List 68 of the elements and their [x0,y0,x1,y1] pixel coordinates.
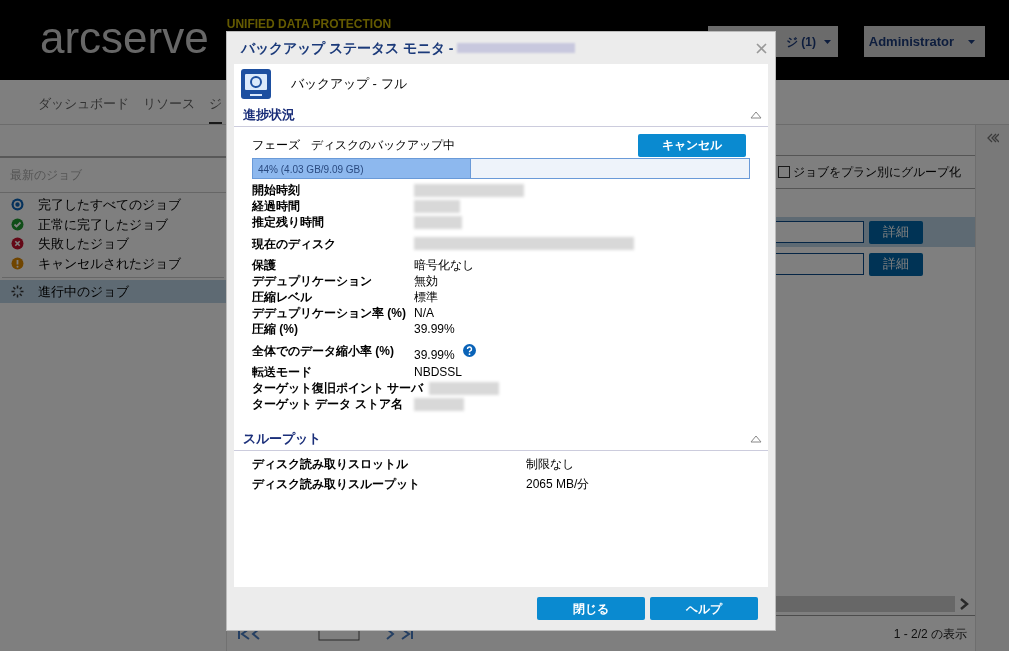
cancel-button[interactable]: キャンセル [638,133,746,157]
spinner-icon [11,285,24,298]
field-label: 推定残り時間 [252,214,325,231]
sidebar-item[interactable]: キャンセルされたジョブ [0,253,226,273]
exclamation-icon [11,256,24,270]
collapse-icon[interactable] [986,133,999,143]
check-circle-icon [11,217,24,231]
job-type: バックアップ - フル [291,75,407,94]
field-label: デデュプリケーション [252,273,373,290]
field-value: 39.99% [414,346,455,364]
field-value: NBDSSL [414,364,463,381]
sidebar-item[interactable]: 失敗したジョブ [0,234,226,254]
collapse-icon[interactable] [750,435,762,443]
field-label: 全体でのデータ縮小率 (%) [252,342,395,360]
field-label: 圧縮 (%) [252,321,299,338]
nav-tab[interactable]: ダッシュボード [38,93,129,124]
nav-tab[interactable]: リソース [143,93,195,124]
blurred-text [414,397,464,411]
details-button[interactable]: 詳細 [869,220,923,244]
dialog-button[interactable]: ヘルプ [650,597,758,620]
logo: arcserve [40,14,209,62]
field-value: 制限なし [526,456,574,473]
tagline: UNIFIED DATA PROTECTION [226,16,392,33]
sidebar-item[interactable]: 正常に完了したジョブ [0,214,226,234]
field-label: ターゲット データ ストア名 [252,396,404,413]
sidebar-item[interactable]: 完了したすべてのジョブ [0,195,226,215]
field-label: フェーズ [252,137,301,154]
header-menu-button[interactable]: Administrator [864,26,985,57]
scroll-right-icon[interactable] [959,598,969,610]
nav-tab[interactable]: ジ [209,93,222,124]
field-label: ディスク読み取りスロットル [252,456,409,473]
close-icon[interactable] [756,42,767,54]
sidebar-item[interactable]: 進行中のジョブ [0,280,226,303]
blurred-text [414,215,462,229]
details-button[interactable]: 詳細 [869,252,923,276]
field-value: 無効 [414,273,438,290]
field-label: 保護 [252,257,277,274]
field-label: 現在のディスク [252,235,337,253]
checkbox-label: ジョブをプラン別にグループ化 [793,164,961,181]
progress-label: 44% (4.03 GB/9.09 GB) [258,163,364,177]
field-value: 標準 [414,289,438,306]
field-label: 経過時間 [252,198,301,215]
dialog-title: バックアップ ステータス モニタ - [241,38,454,58]
x-circle-icon [11,237,24,251]
field-value: 2065 MB/分 [526,476,590,493]
field-label: デデュプリケーション率 (%) [252,305,407,322]
field-label: ターゲット復旧ポイント サーバ [252,380,425,397]
checkbox[interactable] [778,166,790,178]
field-label: ディスク読み取りスループット [252,476,421,493]
section-title: 進捗状況 [243,106,295,125]
field-label: 圧縮レベル [252,289,313,306]
field-label: 開始時刻 [252,182,301,199]
field-value: 暗号化なし [414,257,474,274]
field-value: 39.99% [414,321,455,338]
dialog-button[interactable]: 閉じる [537,597,645,620]
collapse-icon[interactable] [750,111,762,119]
help-icon[interactable] [462,344,476,357]
blurred-text [414,199,460,213]
blurred-text [429,381,500,395]
caret-icon [968,39,975,44]
section-title: スループット [243,430,321,449]
field-label: 転送モード [252,364,313,381]
field-value: N/A [414,305,434,322]
backup-monitor-icon [241,69,271,99]
field-value: ディスクのバックアップ中 [311,137,455,154]
caret-icon [824,39,831,44]
target-icon [11,198,24,212]
page-info: 1 - 2/2 の表示 [893,625,967,643]
